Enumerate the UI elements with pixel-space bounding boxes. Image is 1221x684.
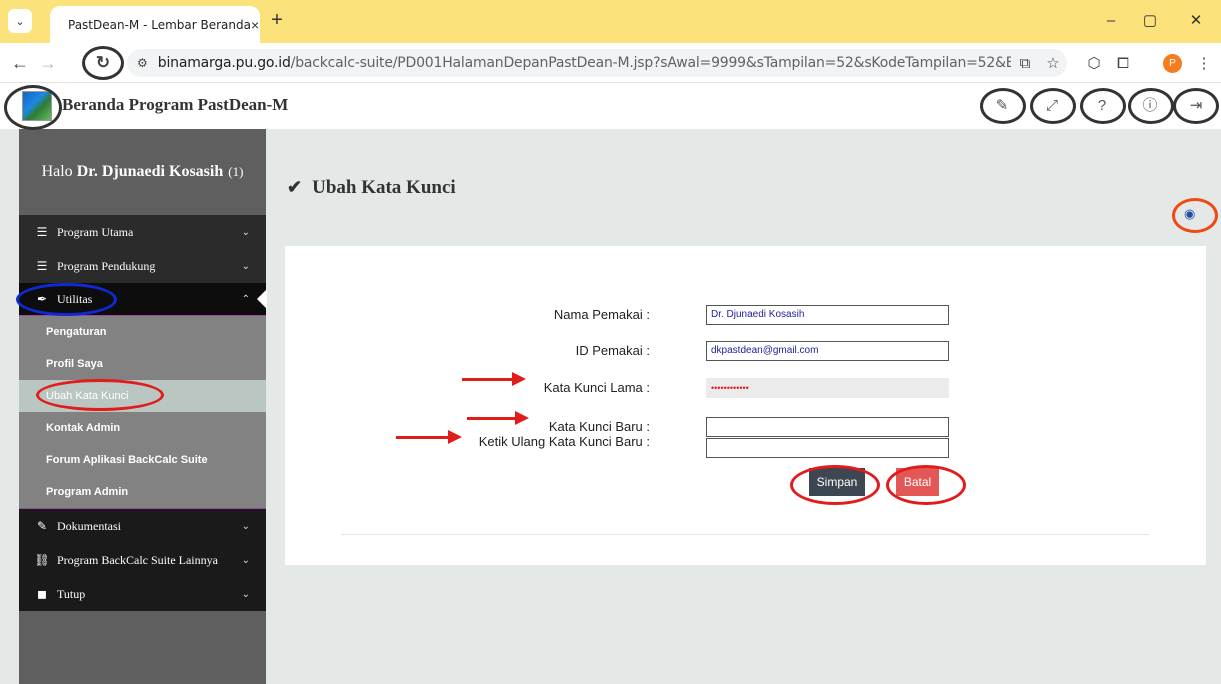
annotation-ring-help — [1080, 88, 1126, 124]
sidebar-item-program-pendukung[interactable]: ☰ Program Pendukung ⌄ — [19, 249, 266, 283]
sidebar-item-label: Program Pendukung — [57, 258, 156, 273]
annotation-ring-eye — [1172, 198, 1218, 233]
annotation-ring-expand — [1030, 88, 1076, 124]
annotation-ring-pencil — [980, 88, 1026, 124]
sidebar-menu: ☰ Program Utama ⌄ ☰ Program Pendukung ⌄ … — [19, 215, 267, 611]
window-close-button[interactable]: ✕ — [1181, 10, 1211, 32]
annotation-ring-reload — [82, 46, 124, 80]
greeting-prefix: Halo — [41, 163, 73, 180]
repeat-password-field[interactable] — [706, 438, 949, 458]
pencil-icon: ✎ — [36, 518, 48, 533]
url-text[interactable]: binamarga.pu.go.id/backcalc-suite/PD001H… — [158, 55, 1011, 71]
divider — [341, 534, 1149, 535]
extensions-puzzle-icon[interactable]: ⧠ — [1112, 53, 1134, 75]
submenu-item-forum[interactable]: Forum Aplikasi BackCalc Suite — [19, 444, 266, 476]
sidebar-item-dokumentasi[interactable]: ✎ Dokumentasi ⌄ — [19, 509, 266, 543]
sidebar-item-program-backcalc[interactable]: ⛓ Program BackCalc Suite Lainnya ⌄ — [19, 543, 266, 577]
page-title-text: Ubah Kata Kunci — [312, 177, 456, 198]
submenu-item-profil-saya[interactable]: Profil Saya — [19, 348, 266, 380]
address-bar[interactable]: ⚙ binamarga.pu.go.id/backcalc-suite/PD00… — [127, 49, 1067, 77]
sidebar-item-label: Dokumentasi — [57, 518, 121, 533]
url-host: binamarga.pu.go.id — [157, 55, 291, 71]
new-password-label: Kata Kunci Baru : — [548, 419, 650, 434]
tab-title: PastDean-M - Lembar Beranda — [68, 17, 251, 32]
new-password-field[interactable] — [706, 417, 949, 437]
old-password-field[interactable]: •••••••••••• — [706, 378, 949, 398]
user-name: Dr. Djunaedi Kosasih — [76, 163, 224, 180]
annotation-ring-logout — [1173, 88, 1219, 124]
submenu-item-pengaturan[interactable]: Pengaturan — [19, 316, 266, 348]
user-count: (1) — [228, 164, 244, 179]
minimize-button[interactable]: – — [1096, 10, 1126, 32]
profile-avatar[interactable]: P — [1163, 54, 1182, 73]
browser-tab[interactable]: PastDean-M - Lembar Beranda × — [50, 6, 260, 43]
check-icon: ✔ — [287, 177, 303, 197]
repeat-password-label: Ketik Ulang Kata Kunci Baru : — [478, 434, 650, 449]
browser-toolbar: ← → ↻ ⚙ binamarga.pu.go.id/backcalc-suit… — [0, 43, 1221, 83]
sidebar-item-tutup[interactable]: ◼ Tutup ⌄ — [19, 577, 266, 611]
chevron-down-icon: ⌄ — [241, 520, 250, 532]
submenu-item-kontak-admin[interactable]: Kontak Admin — [19, 412, 266, 444]
chevron-down-icon: ⌄ — [241, 554, 250, 566]
annotation-ring-save — [790, 465, 880, 505]
annotation-ring-logo — [4, 85, 62, 130]
stop-icon: ◼ — [37, 586, 47, 601]
extension-shield-icon[interactable]: ⬡ — [1083, 53, 1105, 75]
username-label: Nama Pemakai : — [553, 307, 650, 322]
annotation-ring-utilitas — [16, 283, 117, 316]
submenu-item-program-admin[interactable]: Program Admin — [19, 476, 266, 508]
user-id-label: ID Pemakai : — [575, 343, 650, 358]
tab-search-chevron-icon[interactable]: ⌄ — [8, 9, 32, 33]
sidebar-item-program-utama[interactable]: ☰ Program Utama ⌄ — [19, 215, 266, 249]
list-icon: ☰ — [36, 224, 48, 239]
site-settings-icon[interactable]: ⚙ — [137, 56, 148, 70]
back-arrow-icon[interactable]: ← — [8, 51, 32, 75]
username-field[interactable]: Dr. Djunaedi Kosasih — [706, 305, 949, 325]
old-password-label: Kata Kunci Lama : — [543, 380, 650, 395]
sidebar-item-label: Program Utama — [57, 224, 134, 239]
annotation-arrow-old-password — [462, 372, 526, 386]
list-icon: ☰ — [36, 258, 48, 273]
annotation-ring-info — [1128, 88, 1174, 124]
chevron-down-icon: ⌄ — [241, 588, 250, 600]
chevron-up-icon: ⌃ — [241, 293, 250, 305]
tab-close-icon[interactable]: × — [251, 17, 259, 33]
url-path: /backcalc-suite/PD001HalamanDepanPastDea… — [290, 55, 1011, 71]
greeting: Halo Dr. Djunaedi Kosasih (1) — [19, 129, 266, 215]
annotation-ring-cancel — [886, 465, 966, 505]
browser-menu-icon[interactable]: ⋮ — [1193, 53, 1215, 75]
link-icon: ⛓ — [34, 552, 50, 567]
user-id-field[interactable]: dkpastdean@gmail.com — [706, 341, 949, 361]
app-title: Beranda Program PastDean-M — [62, 95, 289, 114]
chevron-down-icon: ⌄ — [241, 226, 250, 238]
translate-icon[interactable]: ⧉ — [1011, 55, 1039, 72]
content-area: Halo Dr. Djunaedi Kosasih (1) ☰ Program … — [0, 129, 1221, 684]
page-title: ✔ Ubah Kata Kunci — [287, 177, 456, 199]
utilitas-submenu: Pengaturan Profil Saya Ubah Kata Kunci K… — [19, 315, 266, 509]
forward-arrow-icon[interactable]: → — [36, 51, 60, 75]
browser-tabstrip: ⌄ PastDean-M - Lembar Beranda × + – ▢ ✕ — [0, 0, 1221, 43]
restore-button[interactable]: ▢ — [1135, 10, 1165, 32]
chevron-down-icon: ⌄ — [241, 260, 250, 272]
change-password-panel: Nama Pemakai : Dr. Djunaedi Kosasih ID P… — [285, 246, 1206, 565]
annotation-arrow-repeat-password — [396, 430, 462, 444]
new-tab-button[interactable]: + — [266, 10, 288, 32]
sidebar-item-label: Program BackCalc Suite Lainnya — [57, 552, 218, 567]
annotation-arrow-new-password — [467, 411, 529, 425]
bookmark-star-icon[interactable]: ☆ — [1039, 54, 1067, 72]
annotation-ring-ubah-kata-kunci — [36, 379, 164, 411]
sidebar-item-label: Tutup — [57, 586, 86, 601]
